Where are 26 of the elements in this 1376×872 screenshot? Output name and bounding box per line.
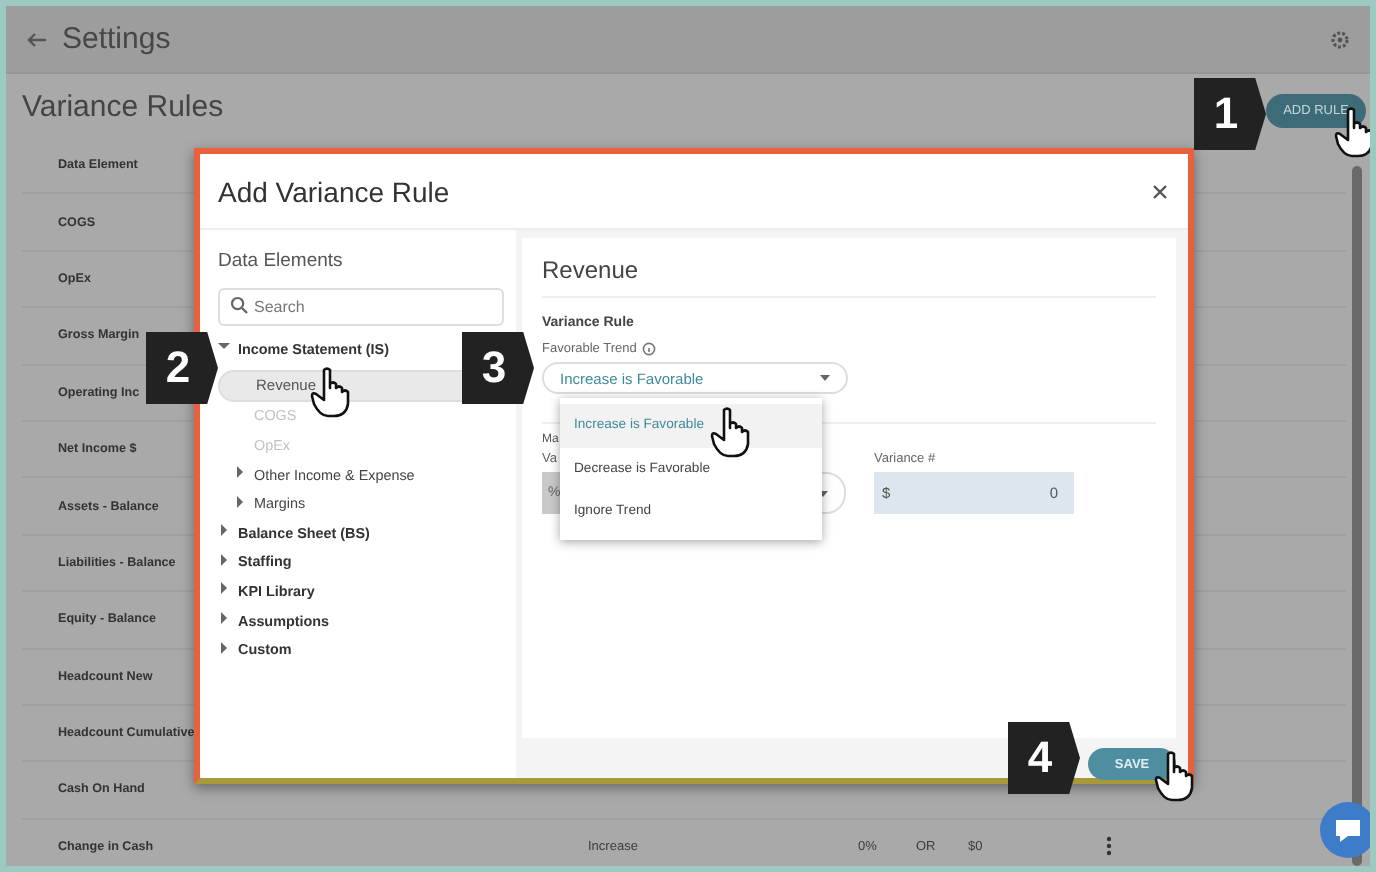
search-field[interactable]: Search	[218, 288, 504, 326]
chat-icon[interactable]	[1320, 802, 1370, 858]
caret-right-icon[interactable]	[218, 612, 230, 629]
search-icon	[230, 296, 248, 314]
section-title: Variance Rules	[22, 89, 224, 123]
caret-right-icon[interactable]	[218, 641, 230, 658]
hand-cursor-icon	[710, 406, 750, 458]
caret-down-icon[interactable]	[820, 374, 830, 382]
dialog-title: Add Variance Rule	[218, 175, 452, 207]
info-icon[interactable]	[642, 342, 657, 356]
caret-right-icon[interactable]	[218, 524, 230, 541]
settings-icon[interactable]	[1330, 29, 1350, 49]
step-callout: 2	[146, 332, 218, 404]
panel-heading: Data Elements	[218, 250, 345, 272]
form-heading: Revenue	[542, 238, 1156, 298]
caret-right-icon[interactable]	[234, 495, 246, 512]
step-callout: 1	[1194, 78, 1266, 150]
back-arrow-icon[interactable]	[26, 31, 46, 47]
caret-right-icon[interactable]	[218, 582, 230, 599]
page-title: Settings	[62, 22, 173, 56]
scrollbar[interactable]	[1352, 166, 1362, 866]
more-icon[interactable]	[1106, 836, 1112, 857]
caret-right-icon[interactable]	[234, 466, 246, 483]
step-callout: 4	[1008, 722, 1080, 794]
caret-right-icon[interactable]	[218, 553, 230, 570]
step-callout: 3	[462, 332, 534, 404]
